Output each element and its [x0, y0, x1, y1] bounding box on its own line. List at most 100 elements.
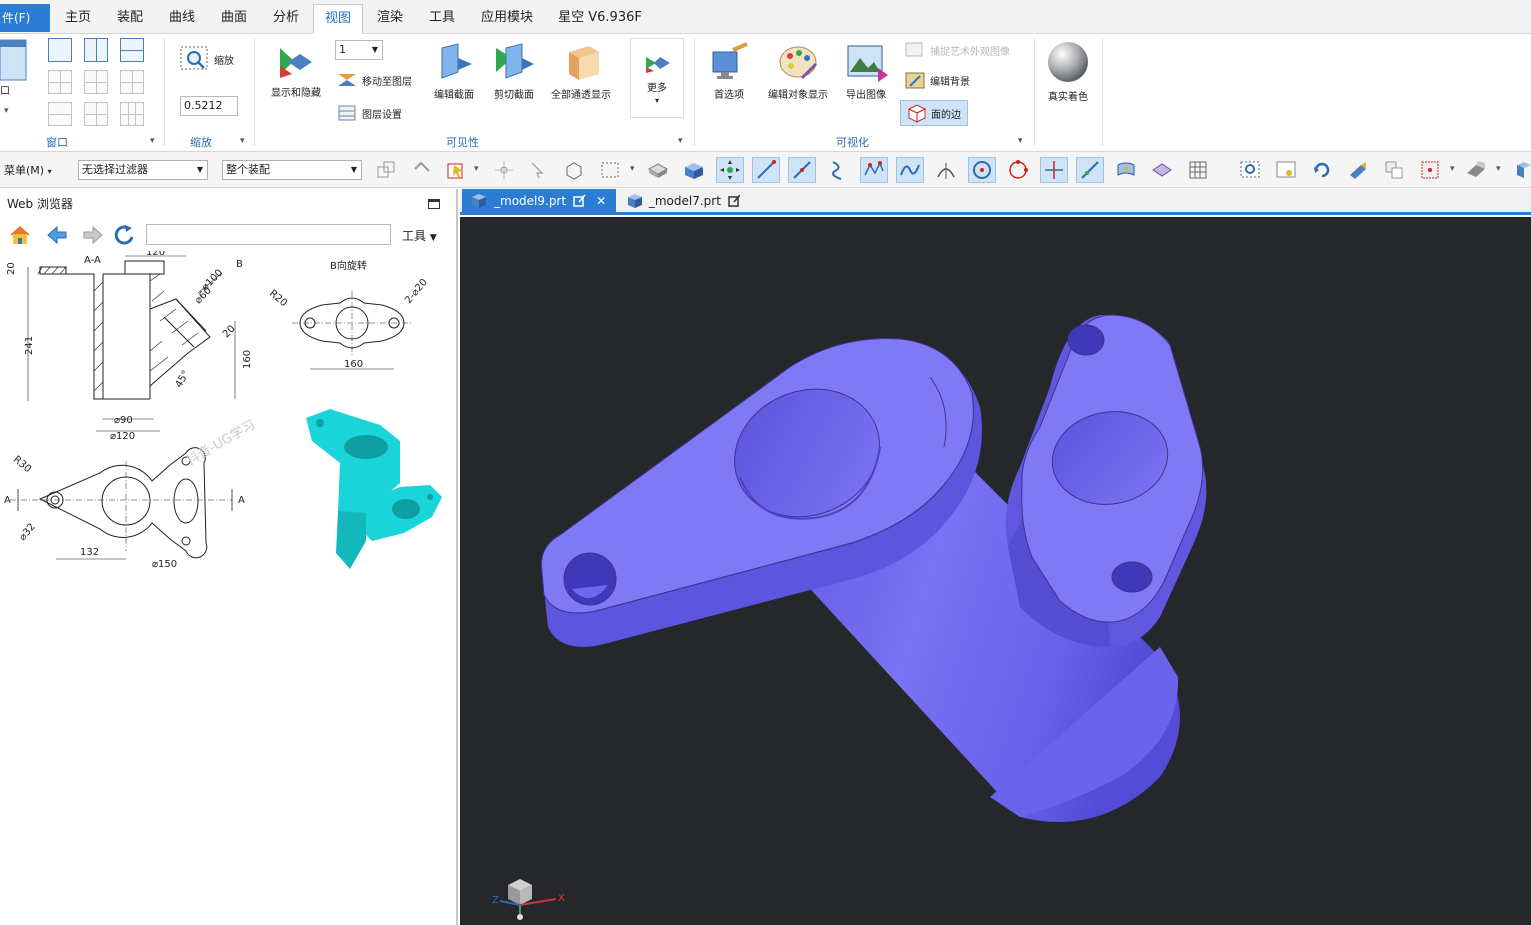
edit-section-label: 编辑截面 [434, 90, 474, 101]
zoom-button-label: 缩放 [214, 55, 234, 67]
preferences-button[interactable]: 首选项 [702, 42, 756, 101]
window-group-expand[interactable]: ▾ [150, 136, 155, 146]
snap-grid-icon[interactable] [1184, 157, 1212, 183]
layer-settings-button[interactable]: 图层设置 [336, 103, 402, 123]
point-snap-icon[interactable] [490, 157, 518, 183]
tab-xingkong[interactable]: 星空 V6.936F [552, 4, 648, 34]
pan-view-icon[interactable] [1344, 157, 1372, 183]
snap-assembly-icon[interactable] [372, 157, 400, 183]
edit-object-display-button[interactable]: 编辑对象显示 [762, 42, 834, 101]
snap-on-curve-toggle[interactable] [1076, 157, 1104, 183]
graphics-viewport[interactable]: X Z [460, 217, 1531, 925]
svg-text:160: 160 [242, 350, 253, 369]
browser-url-input[interactable] [146, 224, 391, 245]
snap-arc-center-toggle[interactable] [968, 157, 996, 183]
layout-vertical-split-button[interactable] [84, 38, 108, 62]
snap-on-face-icon[interactable] [1112, 157, 1140, 183]
zoom-window-icon[interactable] [1272, 157, 1300, 183]
selection-scope-select[interactable]: 整个装配 ▼ [222, 160, 362, 180]
rectangle-select-icon[interactable] [596, 157, 624, 183]
deselect-icon[interactable] [408, 157, 436, 183]
home-icon[interactable] [6, 223, 36, 247]
doc-tab-model9[interactable]: _model9.prt ✕ [462, 189, 616, 213]
back-icon[interactable] [42, 223, 76, 247]
snap-all-points-toggle[interactable] [716, 157, 744, 183]
face-edges-toggle[interactable]: 面的边 [900, 100, 968, 126]
tab-home[interactable]: 主页 [56, 4, 100, 34]
layout-six-button[interactable] [120, 102, 144, 126]
layout-quad-b-button[interactable] [84, 70, 108, 94]
zoom-group-expand[interactable]: ▾ [240, 136, 245, 146]
snap-spline-toggle[interactable] [896, 157, 924, 183]
cursor-pick-icon[interactable] [524, 157, 552, 183]
edit-section-button[interactable]: 编辑截面 [428, 42, 480, 101]
export-image-button[interactable]: 导出图像 [840, 42, 892, 101]
fit-view-icon[interactable] [1236, 157, 1264, 183]
visualization-group-expand[interactable]: ▾ [1018, 136, 1023, 146]
layout-horizontal-split-button[interactable] [120, 38, 144, 62]
view-triad[interactable]: X Z [492, 879, 565, 920]
panel-maximize-icon[interactable] [428, 199, 440, 209]
select-body-icon[interactable] [560, 157, 588, 183]
export-image-label: 导出图像 [846, 90, 886, 101]
tab-view[interactable]: 视图 [313, 4, 363, 34]
clip-section-button[interactable]: 剪切截面 [488, 42, 540, 101]
window-button[interactable]: 口 [0, 38, 30, 97]
zoom-button[interactable]: 缩放 [180, 44, 234, 74]
select-feature-icon[interactable] [442, 157, 470, 183]
capture-art-image-button[interactable]: 捕捉艺术外观图像 [904, 40, 1010, 60]
preferences-label: 首选项 [714, 90, 744, 101]
zoom-scale-input[interactable]: 0.5212 [180, 96, 238, 116]
doc-tab-label: _model7.prt [648, 194, 721, 208]
doc-tab-model7[interactable]: _model7.prt [618, 189, 748, 213]
refresh-icon[interactable] [110, 223, 140, 247]
window-button-label: 口 [0, 86, 10, 97]
snap-curve-icon[interactable] [824, 157, 852, 183]
doc-tab-label: _model9.prt [494, 194, 567, 208]
render-style-icon[interactable] [1462, 157, 1490, 183]
selection-filter-select[interactable]: 无选择过滤器 ▼ [78, 160, 208, 180]
move-to-layer-button[interactable]: 移动至图层 [336, 70, 412, 90]
layout-three-b-button[interactable] [84, 102, 108, 126]
all-transparent-button[interactable]: 全部通透显示 [546, 42, 616, 101]
tab-curve[interactable]: 曲线 [160, 4, 204, 34]
snap-bounded-grid-icon[interactable] [1148, 157, 1176, 183]
show-hide-button[interactable]: 显示和隐藏 [264, 44, 328, 99]
forward-icon[interactable] [76, 223, 110, 247]
tab-render[interactable]: 渲染 [368, 4, 412, 34]
true-shading-button[interactable]: 真实着色 [1040, 40, 1096, 103]
layout-three-a-button[interactable] [48, 102, 72, 126]
part-model[interactable]: X Z [460, 217, 1531, 925]
tab-analysis[interactable]: 分析 [264, 4, 308, 34]
tab-application[interactable]: 应用模块 [472, 4, 542, 34]
svg-text:⌀120: ⌀120 [110, 431, 135, 442]
rotate-view-icon[interactable] [1308, 157, 1336, 183]
snap-tangent-icon[interactable] [932, 157, 960, 183]
view-triad-icon[interactable] [1416, 157, 1444, 183]
main-menu-button[interactable]: 菜单(M) ▾ [4, 162, 52, 178]
snap-quadrant-icon[interactable] [1004, 157, 1032, 183]
layer-select[interactable]: 1 ▼ [335, 40, 383, 60]
more-visibility-button[interactable]: 更多 ▾ [630, 38, 684, 118]
snap-intersection-toggle[interactable] [1040, 157, 1068, 183]
tab-assembly[interactable]: 装配 [108, 4, 152, 34]
solid-snap-icon[interactable] [644, 157, 672, 183]
edit-background-button[interactable]: 编辑背景 [904, 70, 970, 90]
layout-quad-c-button[interactable] [120, 70, 144, 94]
visibility-group-expand[interactable]: ▾ [678, 136, 683, 146]
file-menu-tab[interactable]: 件(F) [0, 4, 50, 32]
layout-quad-a-button[interactable] [48, 70, 72, 94]
layout-single-button[interactable] [48, 38, 72, 62]
view-cube-icon[interactable] [1510, 157, 1531, 183]
sheet-snap-icon[interactable] [680, 157, 708, 183]
close-icon[interactable]: ✕ [596, 194, 606, 208]
tab-surface[interactable]: 曲面 [212, 4, 256, 34]
snap-control-point-toggle[interactable] [860, 157, 888, 183]
orient-view-icon[interactable] [1380, 157, 1408, 183]
snap-endpoint-toggle[interactable] [752, 157, 780, 183]
browser-tools-menu[interactable]: 工具 ▼ [402, 227, 437, 244]
tab-tools[interactable]: 工具 [420, 4, 464, 34]
ribbon-tab-bar: 件(F) 主页 装配 曲线 曲面 分析 视图 渲染 工具 应用模块 星空 V6.… [0, 0, 1531, 34]
svg-text:B: B [236, 259, 243, 270]
snap-midpoint-toggle[interactable] [788, 157, 816, 183]
